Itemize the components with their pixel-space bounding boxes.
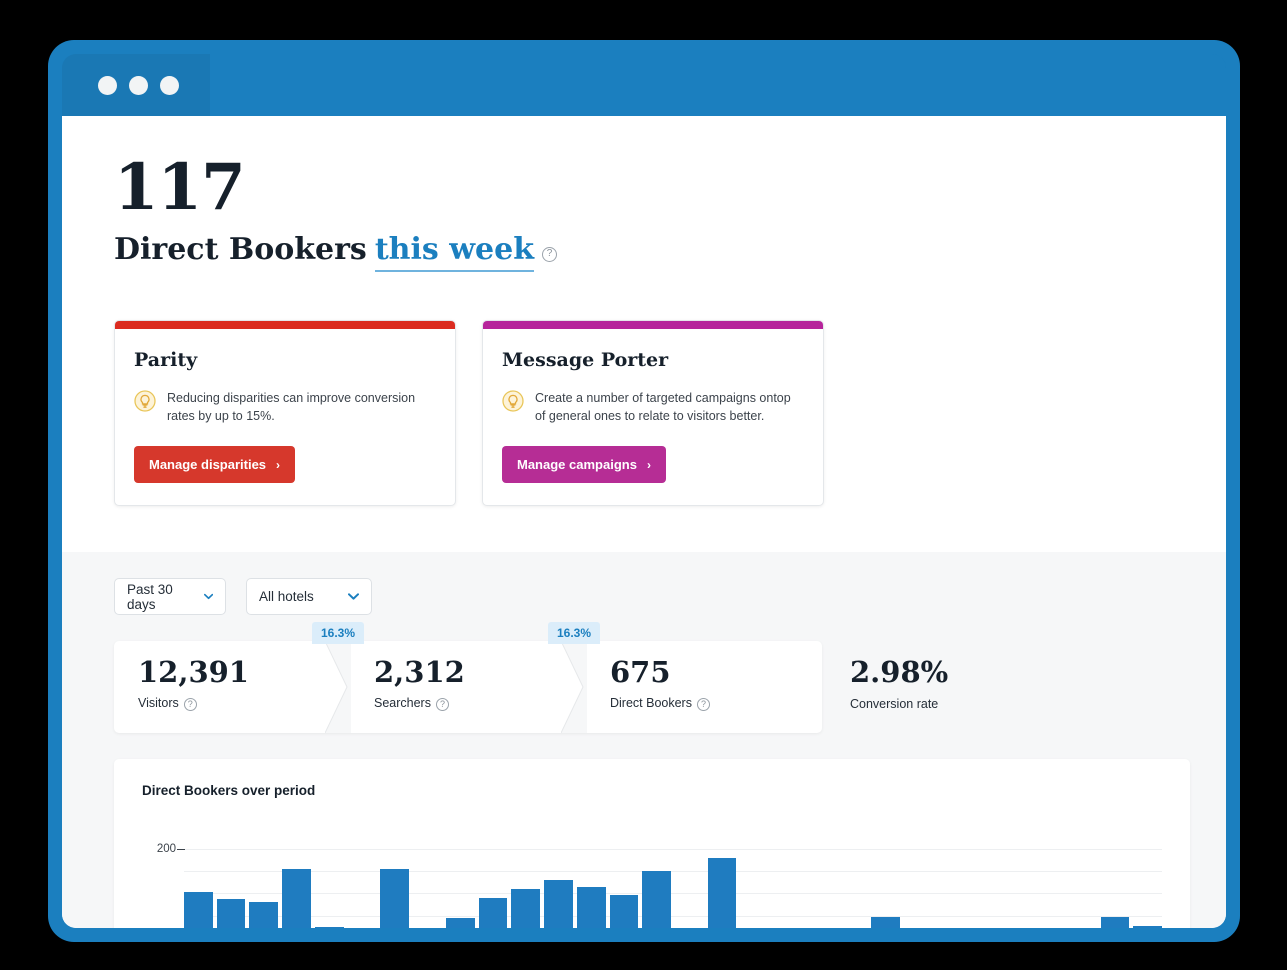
chart-bar[interactable] — [380, 868, 410, 928]
button-label: Manage campaigns — [517, 457, 637, 473]
hero-subtitle: Direct Bookers this week ? — [114, 232, 1174, 272]
question-circle-icon[interactable]: ? — [542, 246, 558, 262]
conversion-rate-metric: 2.98% Conversion rate — [850, 641, 948, 733]
question-circle-icon[interactable]: ? — [696, 698, 710, 712]
stage-label-row: Direct Bookers ? — [610, 695, 822, 712]
stage-value: 675 — [610, 655, 671, 690]
manage-campaigns-button[interactable]: Manage campaigns › — [502, 446, 666, 484]
stage-value: 2,312 — [374, 655, 465, 690]
conversion-rate-label: Conversion rate — [850, 696, 939, 711]
promo-title: Parity — [134, 349, 198, 371]
chart-bar[interactable] — [511, 889, 541, 928]
chart-title: Direct Bookers over period — [142, 783, 316, 799]
screenshot-root: 117 Direct Bookers this week ? Parity Re… — [0, 0, 1287, 970]
chart-bar[interactable] — [707, 858, 737, 928]
conversion-rate-value: 2.98% — [850, 655, 949, 690]
page-viewport: 117 Direct Bookers this week ? Parity Re… — [62, 116, 1226, 928]
chart-bar[interactable] — [249, 902, 279, 928]
chart-bar[interactable] — [871, 917, 901, 928]
close-button-dot[interactable] — [98, 76, 117, 95]
date-range-value: Past 30 days — [127, 581, 173, 612]
stage-label: Searchers — [374, 695, 431, 710]
stage-label: Direct Bookers — [610, 695, 692, 710]
chart-bars — [184, 818, 1163, 928]
promo-description-row: Reducing disparities can improve convers… — [134, 389, 436, 425]
chart-bar[interactable] — [282, 868, 311, 928]
promo-card-body: Parity Reducing disparities can improve … — [115, 329, 455, 505]
promo-text: Reducing disparities can improve convers… — [167, 391, 416, 424]
browser-window: 117 Direct Bookers this week ? Parity Re… — [48, 40, 1240, 942]
question-circle-icon[interactable]: ? — [435, 698, 449, 712]
window-controls — [98, 76, 179, 95]
chart-area: 200100 — [142, 818, 1163, 928]
hero-label: Direct Bookers — [114, 232, 367, 267]
hotel-value: All hotels — [259, 589, 314, 605]
analytics-section: Past 30 days All hotels 12,391 Visitors … — [62, 552, 1226, 928]
chart-bar[interactable] — [609, 895, 639, 928]
funnel-stage-direct-bookers: 675 Direct Bookers ? — [586, 641, 822, 733]
chart-bar[interactable] — [576, 887, 606, 928]
lightbulb-icon — [134, 390, 156, 417]
minimize-button-dot[interactable] — [129, 76, 148, 95]
hero-section: 117 Direct Bookers this week ? — [62, 116, 1226, 272]
chevron-right-icon: › — [276, 457, 281, 472]
funnel-stage-visitors: 12,391 Visitors ? 16.3% — [114, 622, 364, 734]
date-range-select[interactable]: Past 30 days — [114, 578, 226, 616]
chart-bar[interactable] — [216, 898, 246, 928]
chart-bar[interactable] — [184, 891, 213, 928]
promo-accent-bar — [483, 321, 823, 329]
stage-label-row: Searchers ? — [374, 695, 586, 712]
chart-bar[interactable] — [1133, 926, 1163, 928]
promo-title: Message Porter — [502, 349, 669, 371]
funnel-metrics: 12,391 Visitors ? 16.3% 2,312 Searchers … — [114, 622, 1174, 734]
maximize-button-dot[interactable] — [160, 76, 179, 95]
promo-text: Create a number of targeted campaigns on… — [535, 391, 791, 424]
funnel-stage-searchers: 2,312 Searchers ? 16.3% — [350, 622, 600, 734]
chart-bar[interactable] — [1100, 917, 1130, 928]
chart-bar[interactable] — [544, 880, 573, 928]
hero-period-link[interactable]: this week — [374, 232, 535, 272]
promo-description-row: Create a number of targeted campaigns on… — [502, 389, 804, 425]
chevron-right-icon: › — [646, 457, 651, 472]
funnel-card: 12,391 Visitors ? 16.3% 2,312 Searchers … — [114, 622, 822, 734]
chevron-down-icon — [348, 593, 359, 600]
promo-accent-bar — [115, 321, 455, 329]
chart-bar[interactable] — [445, 918, 475, 928]
chart-plot: 200100 — [157, 818, 1163, 928]
chart-bar[interactable] — [314, 927, 344, 928]
hotel-select[interactable]: All hotels — [246, 578, 372, 616]
browser-titlebar — [62, 54, 1226, 116]
stage-label: Visitors — [138, 695, 179, 710]
stage-value: 12,391 — [138, 655, 249, 690]
promo-card-body: Message Porter Create a number of target… — [483, 329, 823, 505]
chart-card: Direct Bookers over period 200100 — [114, 759, 1190, 928]
promo-card-message-porter: Message Porter Create a number of target… — [482, 320, 824, 507]
promo-card-list: Parity Reducing disparities can improve … — [62, 272, 1226, 553]
chart-bar[interactable] — [642, 871, 672, 928]
filter-bar: Past 30 days All hotels — [114, 578, 1174, 616]
manage-disparities-button[interactable]: Manage disparities › — [134, 446, 296, 484]
chart-bar[interactable] — [478, 897, 508, 928]
hero-count: 117 — [114, 150, 246, 225]
stage-label-row: Visitors ? — [138, 695, 350, 712]
button-label: Manage disparities — [149, 457, 267, 473]
question-circle-icon[interactable]: ? — [183, 698, 197, 712]
chevron-down-icon — [203, 594, 213, 600]
browser-inner: 117 Direct Bookers this week ? Parity Re… — [62, 54, 1226, 928]
promo-card-parity: Parity Reducing disparities can improve … — [114, 320, 456, 507]
lightbulb-icon — [502, 390, 524, 417]
